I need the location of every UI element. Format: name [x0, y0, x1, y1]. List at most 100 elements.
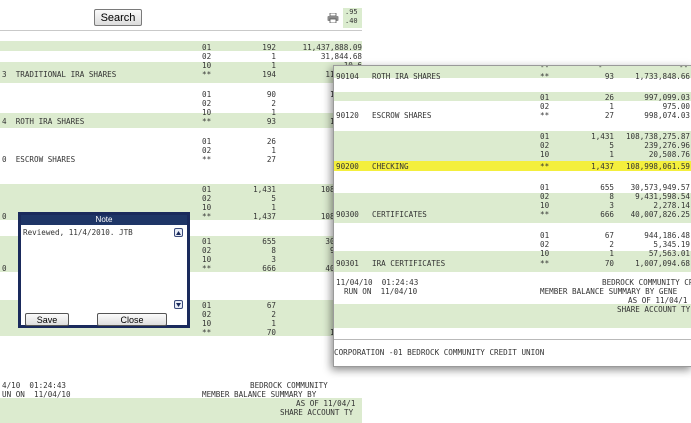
- table-row: 0126997,0: [0, 137, 362, 146]
- table-row: 90104 ROTH IRA SHARES ** 93 1,733,848.66: [334, 72, 691, 81]
- table-row: 01 1,431 108,738,275.87: [334, 132, 691, 141]
- row-amount: 239,276.96: [644, 141, 690, 150]
- row-count: 192: [262, 43, 276, 52]
- table-row: 10 1 57,563.01: [334, 249, 691, 258]
- row-count: 1: [271, 146, 276, 155]
- row-count: 2: [271, 99, 276, 108]
- row-code: **: [202, 155, 212, 164]
- table-row: 90120 ESCROW SHARES ** 27 998,074.03: [334, 111, 691, 120]
- row-count: 26: [604, 93, 614, 102]
- table-row: 011,431108,738,2: [0, 185, 362, 194]
- row-label: ESCROW SHARES: [372, 111, 432, 120]
- row-label: IRA CERTIFICATES: [372, 259, 446, 268]
- row-count: 1,431: [591, 132, 614, 141]
- row-count: 27: [604, 111, 614, 120]
- row-code: 01: [202, 237, 212, 246]
- row-code: **: [540, 111, 550, 120]
- row-code: **: [202, 264, 212, 273]
- row-amount: 1,007,094.68: [635, 259, 690, 268]
- close-button[interactable]: Close: [97, 313, 167, 326]
- scroll-down-icon[interactable]: [174, 300, 183, 309]
- row-code: 10: [202, 319, 212, 328]
- row-count: 1: [271, 319, 276, 328]
- row-code: 01: [540, 183, 550, 192]
- row-code: 01: [540, 93, 550, 102]
- row-label: 0: [2, 212, 7, 221]
- note-text-area[interactable]: Reviewed, 11/4/2010. JTB: [23, 228, 175, 310]
- row-amount: 57,563.01: [648, 249, 690, 258]
- table-row: 4 ROTH IRA SHARES**931,733,8: [0, 117, 362, 126]
- table-row: 02 5 239,276.96: [334, 141, 691, 150]
- row-code: 10: [540, 249, 550, 258]
- table-row: 90200 CHECKING ** 1,437 108,998,061.59: [334, 162, 691, 171]
- footer-share-type: SHARE ACCOUNT TY: [280, 408, 354, 417]
- row-code: 02: [202, 310, 212, 319]
- table-row: 01 655 30,573,949.57: [334, 183, 691, 192]
- row-code: 10: [540, 150, 550, 159]
- row-label: 0: [2, 264, 7, 273]
- row-code: 10: [202, 61, 212, 70]
- row-amount: 997,099.03: [644, 93, 690, 102]
- footer-report-title: MEMBER BALANCE SUMMARY BY: [202, 390, 317, 399]
- row-code: 10: [202, 203, 212, 212]
- row-amount: 1,733,848.66: [635, 72, 690, 81]
- report-toolbar: Search .95 .40: [0, 0, 362, 31]
- row-code: **: [540, 210, 550, 219]
- save-button[interactable]: Save: [25, 313, 69, 326]
- row-count: 1: [609, 102, 614, 111]
- footer-run-date: UN ON 11/04/10: [2, 390, 71, 399]
- row-account-code: 90120: [336, 111, 359, 120]
- row-label: 4 ROTH IRA SHARES: [2, 117, 85, 126]
- row-code: 10: [202, 255, 212, 264]
- table-row: 0219: [0, 146, 362, 155]
- row-count: 194: [262, 70, 276, 79]
- row-amount: 108,738,275.87: [625, 132, 690, 141]
- footer-corporation: CORPORATION -01 BEDROCK COMMUNITY CREDIT…: [334, 348, 545, 357]
- row-count: 67: [266, 301, 276, 310]
- row-count: 93: [266, 117, 276, 126]
- note-scrollbar[interactable]: [174, 228, 185, 310]
- table-row: 0228,9: [0, 99, 362, 108]
- row-count: 1: [271, 108, 276, 117]
- table-row: 01901,724,9: [0, 90, 362, 99]
- row-amount: 30,573,949.57: [630, 183, 690, 192]
- search-button[interactable]: Search: [94, 9, 142, 26]
- row-count: 5: [271, 194, 276, 203]
- row-count: 666: [262, 264, 276, 273]
- row-code: 02: [540, 102, 550, 111]
- row-count: 3: [271, 255, 276, 264]
- row-count: 666: [600, 210, 614, 219]
- row-code: **: [202, 117, 212, 126]
- row-count: 2: [609, 240, 614, 249]
- row-label: 0 ESCROW SHARES: [2, 155, 76, 164]
- row-count: 1: [609, 150, 614, 159]
- row-code: **: [202, 70, 212, 79]
- row-code: 02: [202, 52, 212, 61]
- table-row: 02 1 975.00: [334, 102, 691, 111]
- row-account-code: 90200: [336, 162, 359, 171]
- row-amount: 944,186.48: [644, 231, 690, 240]
- footer-bank: BEDROCK COMMUNITY CRE: [602, 278, 691, 287]
- table-row: **701,007,0: [0, 328, 362, 337]
- table-row: 02 8 9,431,598.54: [334, 192, 691, 201]
- table-row: 3 TRADITIONAL IRA SHARES**19411,480,3: [0, 70, 362, 79]
- row-code: 02: [202, 194, 212, 203]
- row-code: 01: [540, 132, 550, 141]
- row-amount: 975.00: [662, 102, 690, 111]
- row-count: 1: [271, 203, 276, 212]
- note-dialog-title: Note: [21, 215, 187, 225]
- row-count: 1,437: [591, 162, 614, 171]
- row-count: 1: [271, 61, 276, 70]
- footer-as-of: AS OF 11/04/1: [296, 399, 356, 408]
- note-dialog: Note Reviewed, 11/4/2010. JTB Save Close: [18, 212, 190, 328]
- scroll-up-icon[interactable]: [174, 228, 183, 237]
- background-report-page: Search .95 .40 01 192 11,437,888.09 02 1 31,8…: [0, 0, 362, 423]
- row-code: **: [202, 328, 212, 337]
- table-row: 02 2 5,345.19: [334, 240, 691, 249]
- corner-value-2: .40: [345, 17, 358, 25]
- print-icon[interactable]: [327, 13, 339, 23]
- table-row: 10110,6: [0, 61, 362, 70]
- row-count: 1: [271, 52, 276, 61]
- row-count: 8: [271, 246, 276, 255]
- row-count: 655: [600, 183, 614, 192]
